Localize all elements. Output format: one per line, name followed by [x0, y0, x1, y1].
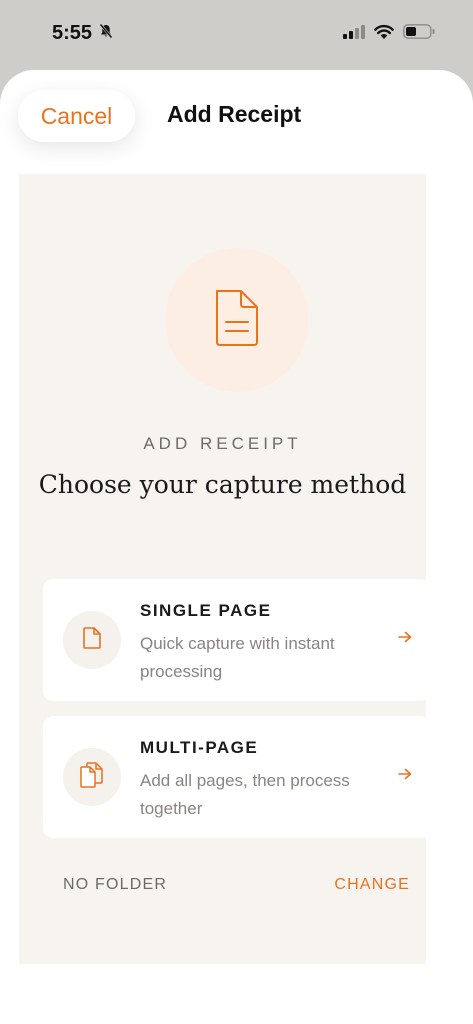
single-page-description: Quick capture with instant processing: [140, 634, 335, 681]
arrow-right-icon: [398, 767, 412, 785]
multi-page-icon: [80, 761, 104, 793]
screen: 5:55 Cancel Add Receipt ADD RECEIPT Choo…: [0, 0, 473, 1024]
status-time: 5:55: [52, 22, 93, 44]
document-icon: [213, 288, 261, 353]
change-folder-button[interactable]: CHANGE: [334, 876, 410, 894]
single-page-title: SINGLE PAGE: [140, 601, 272, 620]
multi-page-option[interactable]: MULTI-PAGE Add all pages, then process t…: [43, 716, 430, 838]
nav-bar: Cancel Add Receipt: [0, 70, 473, 170]
page-headline: Choose your capture method: [38, 470, 407, 499]
cellular-signal-icon: [343, 24, 365, 44]
add-receipt-sheet: Cancel Add Receipt ADD RECEIPT Choose yo…: [0, 70, 473, 1024]
bell-slash-icon: [98, 22, 114, 45]
single-page-icon: [83, 626, 101, 654]
hero-badge: [165, 248, 309, 392]
multi-page-icon-badge: [63, 748, 121, 806]
folder-label: NO FOLDER: [63, 876, 168, 893]
wifi-icon: [374, 24, 394, 44]
capture-method-panel: ADD RECEIPT Choose your capture method S…: [19, 174, 430, 964]
multi-page-title: MULTI-PAGE: [140, 738, 259, 757]
single-page-option[interactable]: SINGLE PAGE Quick capture with instant p…: [43, 579, 430, 701]
status-time-group: 5:55: [52, 22, 114, 45]
status-bar: 5:55: [0, 0, 473, 70]
nav-title: Add Receipt: [167, 101, 302, 127]
section-eyebrow: ADD RECEIPT: [143, 434, 302, 453]
battery-icon: [403, 24, 435, 44]
multi-page-description: Add all pages, then process together: [140, 771, 350, 818]
status-indicators: [343, 24, 435, 44]
single-page-icon-badge: [63, 611, 121, 669]
cancel-button[interactable]: Cancel: [18, 90, 135, 142]
arrow-right-icon: [398, 630, 412, 648]
